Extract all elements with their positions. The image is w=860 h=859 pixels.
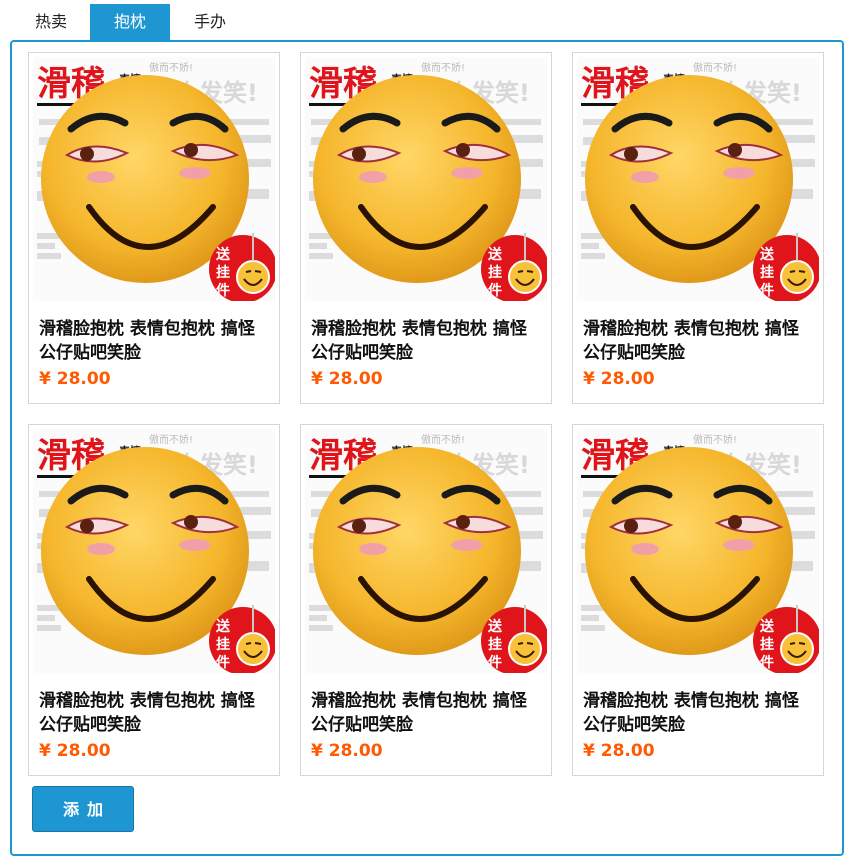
badge-text-2: 挂 xyxy=(488,636,502,653)
badge-text-1: 送 xyxy=(759,618,775,635)
badge-text-3: 件 xyxy=(760,282,774,299)
tab-hot[interactable]: 热卖 xyxy=(12,4,90,40)
tab-figure[interactable]: 手办 xyxy=(170,4,250,40)
product-price: ¥ 28.00 xyxy=(39,369,111,389)
badge-text-1: 送 xyxy=(487,246,503,263)
badge-text-2: 挂 xyxy=(760,264,774,281)
tab-pillow[interactable]: 抱枕 xyxy=(90,4,170,40)
badge-text-3: 件 xyxy=(488,654,502,671)
tagline-small-text: 傲而不娇! xyxy=(149,62,193,74)
tagline-small-text: 傲而不娇! xyxy=(149,434,193,446)
product-panel: 滑稽 表情 抱枕 傲而不娇! 让人发笑! xyxy=(10,40,844,856)
product-card[interactable]: 滑稽 表情 抱枕 傲而不娇! 让人发笑! xyxy=(28,424,280,776)
product-title[interactable]: 滑稽脸抱枕 表情包抱枕 搞怪公仔贴吧笑脸 xyxy=(311,317,543,365)
product-title[interactable]: 滑稽脸抱枕 表情包抱枕 搞怪公仔贴吧笑脸 xyxy=(39,317,271,365)
product-image: 滑稽 表情 抱枕 傲而不娇! 让人发笑! xyxy=(33,57,275,301)
product-image: 滑稽 表情 抱枕 傲而不娇! 让人发笑! xyxy=(305,57,547,301)
product-card[interactable]: 滑稽 表情 抱枕 傲而不娇! 让人发笑! xyxy=(572,424,824,776)
tagline-small-text: 傲而不娇! xyxy=(421,434,465,446)
product-title[interactable]: 滑稽脸抱枕 表情包抱枕 搞怪公仔贴吧笑脸 xyxy=(583,689,815,737)
product-image: 滑稽 表情 抱枕 傲而不娇! 让人发笑! xyxy=(577,57,819,301)
tagline-small-text: 傲而不娇! xyxy=(421,62,465,74)
tagline-small-text: 傲而不娇! xyxy=(693,434,737,446)
badge-text-1: 送 xyxy=(215,618,231,635)
badge-text-2: 挂 xyxy=(760,636,774,653)
tab-bar: 热卖 抱枕 手办 xyxy=(12,4,250,40)
product-title[interactable]: 滑稽脸抱枕 表情包抱枕 搞怪公仔贴吧笑脸 xyxy=(583,317,815,365)
tagline-small-text: 傲而不娇! xyxy=(693,62,737,74)
product-image: 滑稽 表情 抱枕 傲而不娇! 让人发笑! xyxy=(577,429,819,673)
product-card[interactable]: 滑稽 表情 抱枕 傲而不娇! 让人发笑! xyxy=(300,52,552,404)
add-button[interactable]: 添加 xyxy=(32,786,134,832)
product-title[interactable]: 滑稽脸抱枕 表情包抱枕 搞怪公仔贴吧笑脸 xyxy=(311,689,543,737)
product-grid: 滑稽 表情 抱枕 傲而不娇! 让人发笑! xyxy=(12,42,842,854)
product-price: ¥ 28.00 xyxy=(311,369,383,389)
product-image: 滑稽 表情 抱枕 傲而不娇! 让人发笑! xyxy=(305,429,547,673)
badge-text-3: 件 xyxy=(760,654,774,671)
product-image: 滑稽 表情 抱枕 傲而不娇! 让人发笑! xyxy=(33,429,275,673)
badge-text-1: 送 xyxy=(759,246,775,263)
badge-text-1: 送 xyxy=(215,246,231,263)
product-price: ¥ 28.00 xyxy=(583,369,655,389)
badge-text-3: 件 xyxy=(488,282,502,299)
badge-text-2: 挂 xyxy=(216,264,230,281)
product-card[interactable]: 滑稽 表情 抱枕 傲而不娇! 让人发笑! xyxy=(300,424,552,776)
product-card[interactable]: 滑稽 表情 抱枕 傲而不娇! 让人发笑! xyxy=(28,52,280,404)
badge-text-3: 件 xyxy=(216,282,230,299)
product-price: ¥ 28.00 xyxy=(311,741,383,761)
badge-text-2: 挂 xyxy=(216,636,230,653)
product-price: ¥ 28.00 xyxy=(583,741,655,761)
badge-text-2: 挂 xyxy=(488,264,502,281)
badge-text-1: 送 xyxy=(487,618,503,635)
product-price: ¥ 28.00 xyxy=(39,741,111,761)
badge-text-3: 件 xyxy=(216,654,230,671)
product-title[interactable]: 滑稽脸抱枕 表情包抱枕 搞怪公仔贴吧笑脸 xyxy=(39,689,271,737)
product-card[interactable]: 滑稽 表情 抱枕 傲而不娇! 让人发笑! xyxy=(572,52,824,404)
